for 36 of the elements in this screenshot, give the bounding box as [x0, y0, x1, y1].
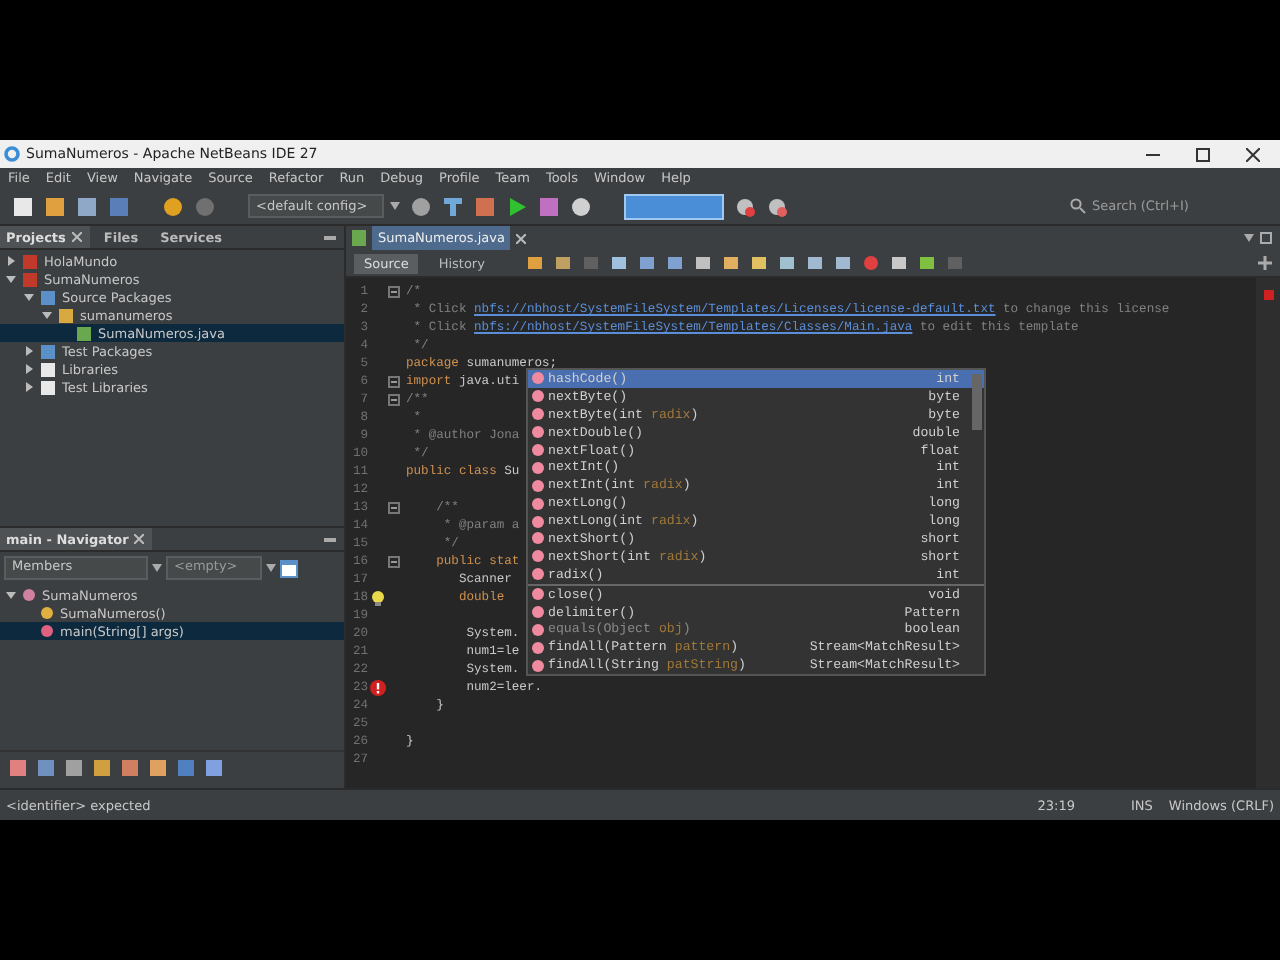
- memory-indicator[interactable]: [624, 193, 724, 219]
- java-file-icon: [352, 230, 366, 246]
- fold-icon[interactable]: [388, 393, 400, 405]
- search-icon: [1070, 198, 1086, 214]
- caret-icon[interactable]: [266, 564, 276, 572]
- fold-icon[interactable]: [388, 501, 400, 513]
- close-icon[interactable]: [516, 233, 527, 243]
- fold-icon[interactable]: [388, 285, 400, 297]
- caret-icon[interactable]: [390, 202, 400, 210]
- window-icon[interactable]: [280, 559, 298, 577]
- record-macro-icon[interactable]: [862, 254, 881, 272]
- plus-icon[interactable]: [1258, 256, 1272, 270]
- scrollbar-thumb[interactable]: [972, 374, 982, 430]
- caret-icon[interactable]: [152, 564, 162, 572]
- fold-icon[interactable]: [388, 555, 400, 567]
- expand-toggle-icon[interactable]: [24, 364, 34, 374]
- hammer-icon[interactable]: [442, 195, 464, 217]
- run-icon[interactable]: [506, 195, 528, 217]
- error-icon[interactable]: [370, 679, 386, 695]
- minimize-icon[interactable]: [324, 537, 336, 541]
- expand-toggle-icon[interactable]: [24, 346, 34, 356]
- minimize-icon[interactable]: [324, 235, 336, 239]
- expand-toggle-icon[interactable]: [42, 310, 52, 320]
- maximize-icon[interactable]: [1260, 232, 1272, 244]
- close-icon[interactable]: [1246, 147, 1260, 161]
- fold-icon[interactable]: [388, 375, 400, 387]
- error-mark-icon[interactable]: [1263, 290, 1273, 300]
- expand-toggle-icon[interactable]: [6, 274, 16, 284]
- app-logo-icon: [4, 146, 20, 162]
- caret-icon[interactable]: [1244, 234, 1254, 242]
- expand-toggle-icon[interactable]: [6, 256, 16, 266]
- expand-toggle-icon[interactable]: [6, 590, 16, 600]
- maximize-icon[interactable]: [1196, 147, 1210, 161]
- expand-toggle-icon[interactable]: [24, 292, 34, 302]
- expand-toggle-icon[interactable]: [24, 382, 34, 392]
- lightbulb-icon[interactable]: [370, 589, 386, 605]
